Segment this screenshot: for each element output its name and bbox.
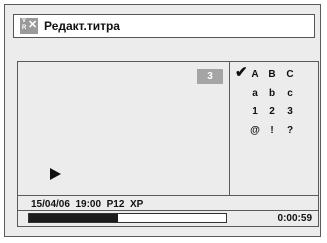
progress-bar [28, 213, 227, 223]
playback-bar: 0:00:59 [18, 210, 318, 226]
char-key[interactable]: ? [284, 125, 296, 137]
title-preview: 3 [18, 62, 230, 195]
recording-info: 15/04/06 19:00 P12 XP [31, 199, 144, 210]
character-selector[interactable]: ✔ A B C a b c 1 2 3 @ ! ? [231, 62, 318, 195]
char-key[interactable]: A [249, 69, 261, 81]
play-icon [50, 168, 61, 180]
title-edit-screen: V R ✕ Редакт.титра 3 ✔ A B C a b c 1 2 3 @… [4, 4, 321, 237]
title-edit-icon: V R ✕ [20, 18, 38, 34]
title-number-badge: 3 [197, 69, 223, 84]
checkmark-icon: ✔ [235, 64, 248, 81]
char-key[interactable]: a [249, 88, 261, 100]
char-key[interactable]: 2 [266, 106, 278, 118]
progress-fill [29, 214, 118, 222]
title-bar: V R ✕ Редакт.титра [13, 14, 315, 38]
elapsed-time: 0:00:59 [277, 213, 312, 224]
char-key[interactable]: 3 [284, 106, 296, 118]
char-key[interactable]: ! [266, 125, 278, 137]
char-key[interactable]: C [284, 69, 296, 81]
screen-title: Редакт.титра [44, 19, 120, 33]
char-key[interactable]: B [266, 69, 278, 81]
char-key[interactable]: 1 [249, 106, 261, 118]
char-key[interactable]: @ [249, 125, 261, 137]
char-key[interactable]: b [266, 88, 278, 100]
char-key[interactable]: c [284, 88, 296, 100]
recording-info-bar: 15/04/06 19:00 P12 XP [18, 195, 318, 211]
content-panel: 3 ✔ A B C a b c 1 2 3 @ ! ? 15/04/06 19:… [17, 61, 319, 227]
